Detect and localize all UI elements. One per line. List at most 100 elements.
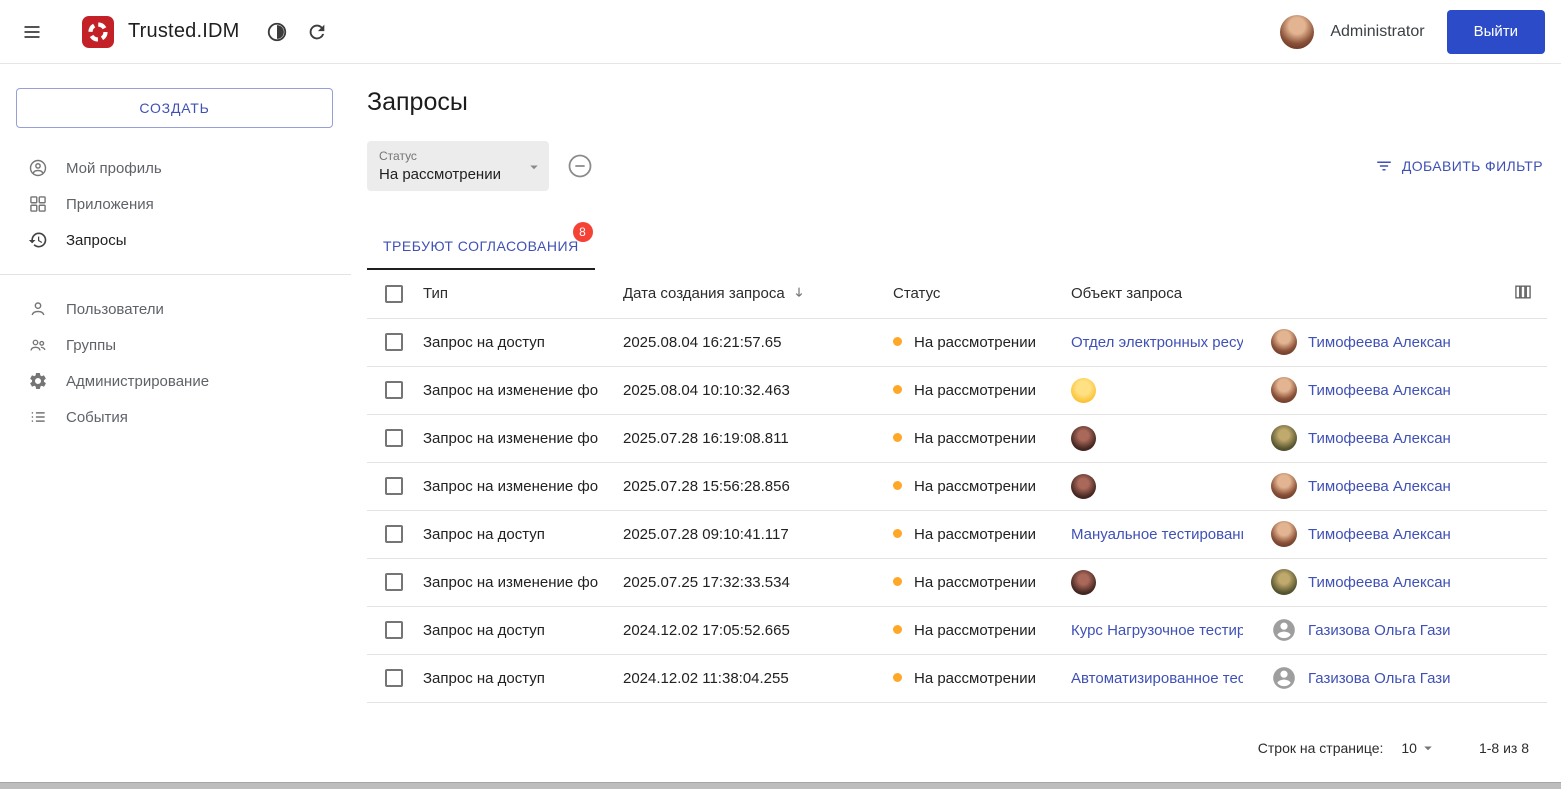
hamburger-icon <box>22 22 42 42</box>
page-title: Запросы <box>367 88 1547 117</box>
object-link[interactable]: Курс Нагрузочное тестир <box>1071 622 1243 639</box>
table-row: Запрос на изменение фо 2025.07.28 15:56:… <box>367 462 1547 510</box>
owner-link[interactable]: Тимофеева Алексан <box>1308 334 1451 351</box>
request-type: Запрос на изменение фо <box>419 558 619 606</box>
owner-link[interactable]: Тимофеева Алексан <box>1308 430 1451 447</box>
refresh-button[interactable] <box>297 12 337 52</box>
app-logo <box>82 16 114 48</box>
column-header-type[interactable]: Тип <box>419 270 619 318</box>
owner-avatar[interactable] <box>1271 665 1297 691</box>
row-checkbox[interactable] <box>385 621 403 639</box>
hamburger-menu-button[interactable] <box>12 12 52 52</box>
row-checkbox[interactable] <box>385 573 403 591</box>
owner-avatar[interactable] <box>1271 329 1297 355</box>
status-dot <box>893 529 902 538</box>
object-link[interactable]: Автоматизированное тес <box>1071 670 1243 687</box>
request-type: Запрос на доступ <box>419 654 619 702</box>
tab-badge: 8 <box>573 222 593 242</box>
table-row: Запрос на доступ 2024.12.02 11:38:04.255… <box>367 654 1547 702</box>
column-header-status[interactable]: Статус <box>889 270 1067 318</box>
request-date: 2025.07.28 16:19:08.811 <box>619 414 889 462</box>
row-checkbox[interactable] <box>385 381 403 399</box>
sidebar-item-applications[interactable]: Приложения <box>0 186 351 222</box>
request-type: Запрос на изменение фо <box>419 462 619 510</box>
status-dot <box>893 385 902 394</box>
object-link[interactable]: Мануальное тестировани <box>1071 526 1243 543</box>
apps-grid-icon <box>28 194 48 214</box>
user-name: Administrator <box>1330 23 1424 41</box>
group-icon <box>28 335 48 355</box>
chevron-down-icon <box>525 158 543 176</box>
sidebar-item-label: Администрирование <box>66 373 209 390</box>
column-header-owner <box>1267 270 1495 318</box>
columns-icon <box>1513 282 1533 302</box>
object-avatar[interactable] <box>1071 570 1096 595</box>
status-text: На рассмотрении <box>914 382 1036 399</box>
owner-avatar[interactable] <box>1271 377 1297 403</box>
minus-circle-icon <box>566 152 594 180</box>
status-dot <box>893 625 902 634</box>
sidebar-item-requests[interactable]: Запросы <box>0 222 351 258</box>
owner-avatar[interactable] <box>1271 617 1297 643</box>
logout-button[interactable]: Выйти <box>1447 10 1545 54</box>
status-text: На рассмотрении <box>914 526 1036 543</box>
owner-link[interactable]: Газизова Ольга Гази <box>1308 670 1451 687</box>
sidebar-item-label: Мой профиль <box>66 160 162 177</box>
select-all-checkbox[interactable] <box>385 285 403 303</box>
owner-link[interactable]: Тимофеева Алексан <box>1308 574 1451 591</box>
owner-link[interactable]: Газизова Ольга Гази <box>1308 622 1451 639</box>
request-date: 2025.07.28 15:56:28.856 <box>619 462 889 510</box>
tab-require-approval[interactable]: ТРЕБУЮТ СОГЛАСОВАНИЯ 8 <box>367 223 595 270</box>
object-avatar[interactable] <box>1071 378 1096 403</box>
create-button[interactable]: СОЗДАТЬ <box>16 88 333 128</box>
horizontal-scrollbar[interactable] <box>0 782 1561 789</box>
request-type: Запрос на изменение фо <box>419 366 619 414</box>
filter-icon <box>1375 157 1393 175</box>
rows-per-page-select[interactable]: 10 <box>1401 739 1437 757</box>
request-date: 2025.08.04 10:10:32.463 <box>619 366 889 414</box>
request-date: 2024.12.02 11:38:04.255 <box>619 654 889 702</box>
remove-filter-button[interactable] <box>565 151 595 181</box>
owner-avatar[interactable] <box>1271 521 1297 547</box>
user-avatar[interactable] <box>1280 15 1314 49</box>
sidebar-item-my-profile[interactable]: Мой профиль <box>0 150 351 186</box>
sidebar-item-events[interactable]: События <box>0 399 351 435</box>
object-avatar[interactable] <box>1071 426 1096 451</box>
row-checkbox[interactable] <box>385 525 403 543</box>
sidebar-item-users[interactable]: Пользователи <box>0 291 351 327</box>
owner-link[interactable]: Тимофеева Алексан <box>1308 478 1451 495</box>
theme-toggle-button[interactable] <box>257 12 297 52</box>
sidebar-item-administration[interactable]: Администрирование <box>0 363 351 399</box>
refresh-icon <box>306 21 328 43</box>
column-header-object[interactable]: Объект запроса <box>1067 270 1267 318</box>
object-avatar[interactable] <box>1071 474 1096 499</box>
owner-avatar[interactable] <box>1271 425 1297 451</box>
column-header-date[interactable]: Дата создания запроса <box>619 270 889 318</box>
top-bar: Trusted.IDM Administrator Выйти <box>0 0 1561 64</box>
status-text: На рассмотрении <box>914 670 1036 687</box>
pagination: Строк на странице: 10 1-8 из 8 <box>367 739 1547 757</box>
owner-link[interactable]: Тимофеева Алексан <box>1308 526 1451 543</box>
owner-link[interactable]: Тимофеева Алексан <box>1308 382 1451 399</box>
table-header-row: Тип Дата создания запроса Статус Объект … <box>367 270 1547 318</box>
profile-icon <box>28 158 48 178</box>
person-icon <box>28 299 48 319</box>
sidebar-item-groups[interactable]: Группы <box>0 327 351 363</box>
object-link[interactable]: Отдел электронных ресур <box>1071 334 1243 351</box>
add-filter-button[interactable]: ДОБАВИТЬ ФИЛЬТР <box>1375 157 1547 175</box>
owner-avatar[interactable] <box>1271 569 1297 595</box>
row-checkbox[interactable] <box>385 477 403 495</box>
owner-avatar[interactable] <box>1271 473 1297 499</box>
status-filter-select[interactable]: Статус На рассмотрении <box>367 141 549 191</box>
column-settings-button[interactable] <box>1513 282 1533 302</box>
contrast-icon <box>266 21 288 43</box>
row-checkbox[interactable] <box>385 333 403 351</box>
sidebar-divider <box>0 274 351 275</box>
table-row: Запрос на изменение фо 2025.07.28 16:19:… <box>367 414 1547 462</box>
tab-label: ТРЕБУЮТ СОГЛАСОВАНИЯ <box>383 238 579 254</box>
row-checkbox[interactable] <box>385 429 403 447</box>
row-checkbox[interactable] <box>385 669 403 687</box>
status-dot <box>893 433 902 442</box>
status-text: На рассмотрении <box>914 622 1036 639</box>
main-content: Запросы Статус На рассмотрении ДОБАВИТЬ … <box>351 64 1561 789</box>
